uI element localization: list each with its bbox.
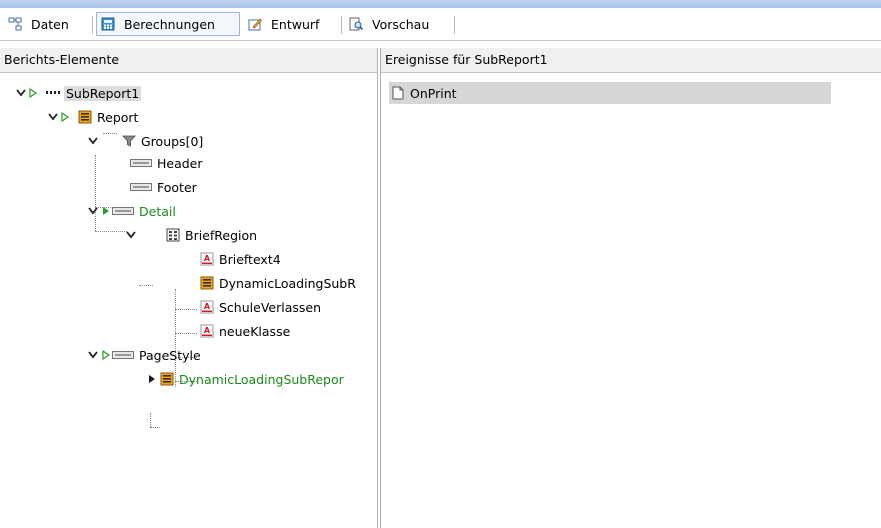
event-marker-icon [149, 375, 155, 383]
tree-node-subreport1[interactable]: SubReport1 [16, 83, 142, 103]
tree-node-neueklasse[interactable]: A neueKlasse [200, 321, 290, 341]
section-band-icon [130, 159, 152, 167]
tree-label: SubReport1 [64, 85, 142, 101]
svg-text:A: A [204, 302, 211, 311]
tree-connector [139, 285, 153, 286]
expand-chevron-icon [126, 231, 136, 239]
tab-vorschau[interactable]: Vorschau [345, 12, 433, 36]
tree-node-dynamicloading1[interactable]: DynamicLoadingSubR [200, 273, 356, 293]
tab-bar: Daten Berechnungen Entwurf Vorschau [0, 8, 881, 41]
tree-label: PageStyle [139, 347, 201, 363]
pane-title: Berichts-Elemente [0, 48, 377, 73]
report-elements-tree: SubReport1 Report Groups[0] Header Foote… [0, 73, 377, 528]
report-icon [78, 110, 92, 124]
section-band-icon [112, 207, 134, 215]
tree-label: Report [97, 109, 139, 125]
tree-label: Header [157, 155, 203, 171]
tree-connector [150, 427, 160, 428]
tab-label: Berechnungen [124, 16, 215, 32]
tree-connector [150, 413, 151, 427]
tree-label: BriefRegion [185, 227, 258, 243]
tree-label: DynamicLoadingSubR [219, 275, 356, 291]
event-item-onprint[interactable]: OnPrint [389, 82, 831, 104]
tree-label: SchuleVerlassen [219, 299, 321, 315]
tree-connector [175, 309, 197, 310]
tree-node-report[interactable]: Report [48, 107, 138, 127]
tree-connector [175, 333, 197, 334]
document-icon [392, 86, 404, 100]
report-elements-pane: Berichts-Elemente SubReport1 Report Grou… [0, 48, 378, 528]
tree-label: Footer [157, 179, 197, 195]
expand-chevron-icon [16, 87, 38, 99]
report-icon [200, 276, 214, 290]
report-icon [160, 372, 174, 386]
event-label: OnPrint [410, 85, 457, 101]
expand-chevron-icon [88, 349, 110, 361]
tree-label: Brieftext4 [219, 251, 281, 267]
window-top-strip [0, 0, 881, 8]
tree-node-pagestyle[interactable]: PageStyle [88, 345, 201, 365]
pane-title: Ereignisse für SubReport1 [381, 48, 881, 73]
tree-connector [95, 231, 127, 232]
tab-label: Daten [31, 16, 69, 32]
svg-text:A: A [204, 254, 211, 263]
tree-label: DynamicLoadingSubRepor [179, 371, 344, 387]
subreport-icon [46, 91, 60, 94]
tree-node-footer[interactable]: Footer [130, 177, 197, 197]
tab-daten[interactable]: Daten [4, 12, 73, 36]
text-field-icon: A [200, 324, 214, 338]
tab-label: Vorschau [372, 16, 430, 32]
expand-chevron-icon [88, 137, 98, 145]
expand-chevron-icon [88, 207, 109, 215]
events-pane: Ereignisse für SubReport1 OnPrint [380, 48, 881, 528]
tab-label: Entwurf [271, 16, 320, 32]
preview-icon [349, 17, 363, 31]
tree-node-header[interactable]: Header [130, 153, 203, 173]
tab-separator [454, 16, 455, 34]
tab-separator [92, 16, 93, 34]
text-field-icon: A [200, 300, 214, 314]
svg-text:A: A [204, 326, 211, 335]
group-filter-icon [122, 135, 136, 147]
tree-node-detail[interactable]: Detail [88, 201, 176, 221]
tab-berechnungen[interactable]: Berechnungen [96, 12, 240, 36]
tree-node-schuleverlassen[interactable]: A SchuleVerlassen [200, 297, 321, 317]
tree-node-briefregion[interactable]: BriefRegion [126, 225, 257, 245]
section-band-icon [112, 351, 134, 359]
tab-entwurf[interactable]: Entwurf [244, 12, 323, 36]
design-icon [248, 18, 262, 31]
calculator-icon [101, 17, 115, 31]
section-band-icon [130, 183, 152, 191]
tree-label: neueKlasse [219, 323, 291, 339]
text-field-icon: A [200, 252, 214, 266]
data-icon [8, 17, 22, 31]
region-icon [166, 228, 180, 242]
tree-node-brieftext4[interactable]: A Brieftext4 [200, 249, 281, 269]
tab-separator [341, 16, 342, 34]
tree-label: Detail [139, 203, 176, 219]
expand-chevron-icon [48, 111, 70, 123]
tree-label: Groups[0] [141, 133, 204, 149]
tree-node-groups[interactable]: Groups[0] [88, 131, 203, 151]
tree-node-dynamicloading2[interactable]: DynamicLoadingSubRepor [146, 369, 344, 389]
